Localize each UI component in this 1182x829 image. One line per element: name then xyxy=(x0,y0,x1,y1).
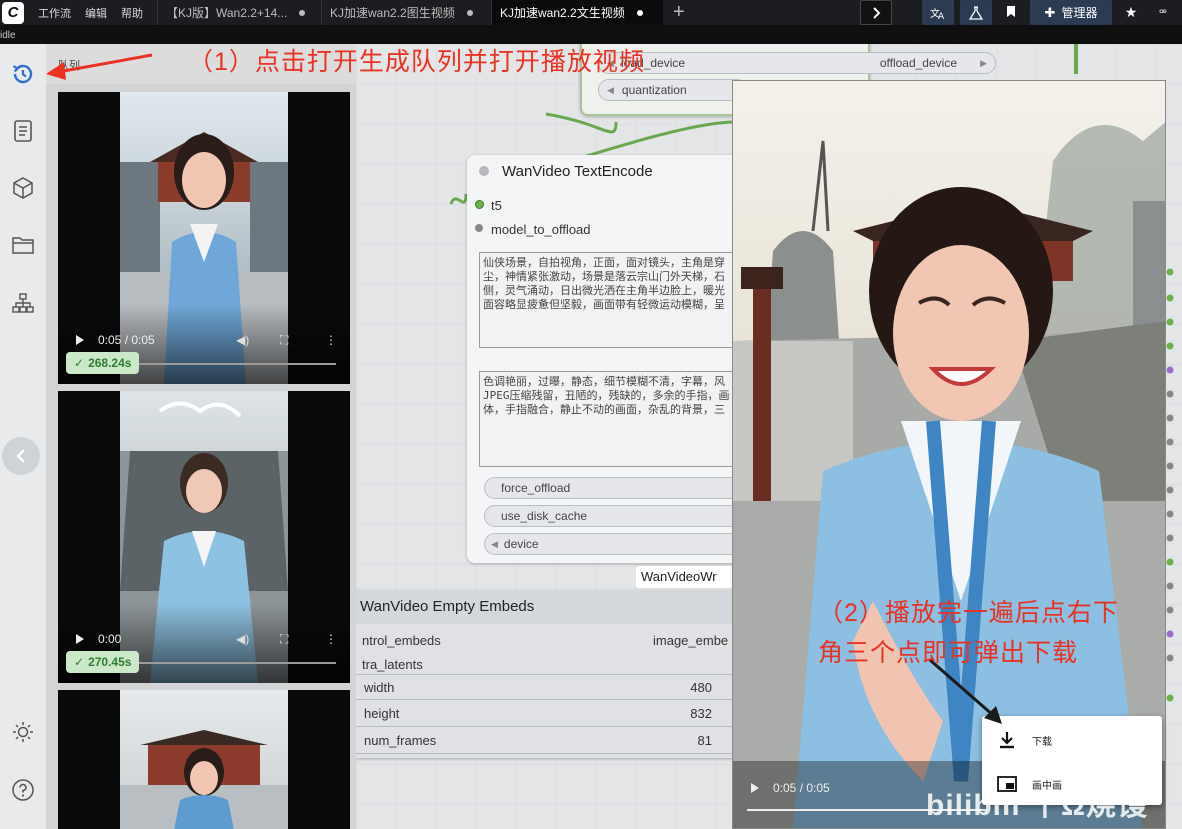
annotation-arrows xyxy=(46,53,1002,724)
bilibili-watermark: bilibili 千Ω烧馒 xyxy=(926,789,1149,822)
annotation-step-1: （1）点击打开生成队列并打开播放视频 xyxy=(188,48,645,76)
annotation-step-2-line-1: （2）播放完一遍后点右下 xyxy=(818,599,1119,627)
annotation-step-2-line-2: 角三个点即可弹出下载 xyxy=(818,639,1079,667)
